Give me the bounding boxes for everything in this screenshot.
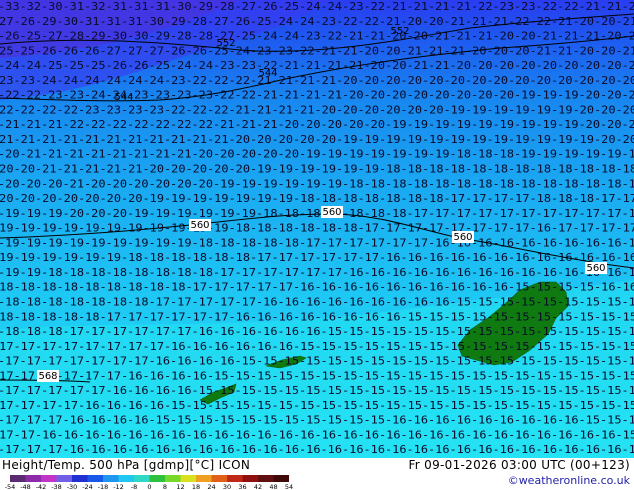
colorbar-tick: 18 xyxy=(192,483,200,490)
temperature-row: -20-20-21-21-21-21-21-20-20-20-20-20-19-… xyxy=(0,164,634,176)
colorbar: -54 -48 -42 -38 -30 -24 -18 -12 -8 0 8 12 18 24 30 36 42… xyxy=(5,475,293,490)
temperature-labels: -33-32-30-31-32-31-31-31-30-29-28-27-26-… xyxy=(0,1,634,456)
svg-text:560: 560 xyxy=(190,220,209,231)
temperature-row: -19-19-18-18-18-18-18-18-18-18-17-17-17-… xyxy=(0,267,634,279)
colorbar-tick: -42 xyxy=(36,483,47,490)
colorbar-tick: 48 xyxy=(269,483,277,490)
contour-label: 568 xyxy=(37,370,59,382)
footer: Height/Temp. 500 hPa [gdmp][°C] ICON Fr … xyxy=(0,458,634,490)
colorbar-tick: -24 xyxy=(82,483,93,490)
temperature-row: -18-18-18-18-18-18-18-17-17-17-17-17-16-… xyxy=(0,296,634,308)
colorbar-swatch xyxy=(25,475,41,482)
colorbar-tick: -8 xyxy=(131,483,137,490)
svg-text:552: 552 xyxy=(390,26,409,37)
colorbar-tick: 30 xyxy=(223,483,231,490)
svg-text:544: 544 xyxy=(114,92,133,103)
svg-text:552: 552 xyxy=(216,38,235,49)
temperature-row: -24-24-25-25-25-26-26-25-24-24-23-23-22-… xyxy=(0,60,634,72)
colorbar-swatch xyxy=(149,475,165,482)
temperature-row: -22-22-23-23-24-24-23-23-23-23-22-22-21-… xyxy=(0,90,634,102)
temperature-row: -21-21-21-22-22-22-22-22-22-22-21-21-21-… xyxy=(0,119,634,131)
colorbar-swatch xyxy=(196,475,212,482)
temperature-row: -17-17-17-16-16-16-16-15-15-15-15-15-15-… xyxy=(0,415,634,427)
colorbar-tick: 0 xyxy=(147,483,151,490)
contour-label: 560 xyxy=(189,219,211,231)
valid-time: Fr 09-01-2026 03:00 UTC (00+123) xyxy=(408,458,630,472)
temperature-row: -33-32-30-31-32-31-31-31-30-29-28-27-26-… xyxy=(0,1,634,13)
temperature-row: -21-21-21-21-21-21-21-21-21-21-21-20-20-… xyxy=(0,134,634,146)
temperature-row: -23-23-24-24-24-24-24-24-23-22-22-22-21-… xyxy=(0,75,634,87)
colorbar-tick: -18 xyxy=(98,483,109,490)
colorbar-swatch xyxy=(72,475,88,482)
contour-label: 544 xyxy=(258,68,277,79)
svg-text:568: 568 xyxy=(38,371,57,382)
temperature-row: -18-18-18-18-18-18-18-18-18-17-17-17-17-… xyxy=(0,282,634,294)
colorbar-swatch xyxy=(87,475,103,482)
svg-text:560: 560 xyxy=(322,207,341,218)
temperature-row: -17-17-17-17-17-17-17-17-16-16-16-16-16-… xyxy=(0,341,634,353)
temperature-row: -18-18-18-18-18-17-17-17-17-17-17-16-16-… xyxy=(0,311,634,323)
contour-label: 544 xyxy=(114,92,133,103)
colorbar-swatch xyxy=(258,475,274,482)
temperature-row: -17-17-16-16-16-16-16-16-16-16-16-16-16-… xyxy=(0,429,634,441)
temperature-row: -17-17-17-17-17-17-16-16-16-16-15-15-15-… xyxy=(0,370,634,382)
colorbar-tick: -48 xyxy=(20,483,31,490)
colorbar-swatch xyxy=(118,475,134,482)
contour-label: 552 xyxy=(216,38,235,49)
temperature-row: -17-17-17-17-16-16-16-16-15-15-15-15-15-… xyxy=(0,400,634,412)
contour-label: 560 xyxy=(452,231,474,243)
temperature-row: -17-17-17-17-17-17-17-16-16-16-16-15-15-… xyxy=(0,356,634,368)
colorbar-swatch xyxy=(134,475,150,482)
colorbar-swatch xyxy=(273,475,289,482)
colorbar-tick: -54 xyxy=(5,483,16,490)
contour-label: 560 xyxy=(321,206,343,218)
colorbar-tick: 12 xyxy=(176,483,184,490)
temperature-row: -20-20-20-21-20-20-20-20-20-20-19-19-19-… xyxy=(0,178,634,190)
temperature-row: -19-19-19-19-19-19-18-18-18-18-18-18-17-… xyxy=(0,252,634,264)
colorbar-tick: -30 xyxy=(67,483,78,490)
colorbar-tick: -38 xyxy=(51,483,62,490)
colorbar-tick: 54 xyxy=(285,483,293,490)
colorbar-swatch xyxy=(10,475,26,482)
temperature-row: -20-21-21-21-21-21-21-21-21-20-20-20-20-… xyxy=(0,149,634,161)
colorbar-swatch xyxy=(242,475,258,482)
colorbar-tick: 42 xyxy=(254,483,262,490)
colorbar-tick: 36 xyxy=(238,483,246,490)
temperature-row: -19-19-19-19-19-19-19-19-19-18-18-18-18-… xyxy=(0,237,634,249)
temperature-row: -20-20-20-20-20-20-20-19-19-19-19-19-19-… xyxy=(0,193,634,205)
map-title: Height/Temp. 500 hPa [gdmp][°C] ICON xyxy=(2,458,251,472)
colorbar-swatch xyxy=(41,475,57,482)
colorbar-swatch xyxy=(211,475,227,482)
colorbar-swatch xyxy=(103,475,119,482)
temperature-row: -22-22-22-22-23-23-23-23-22-22-22-21-21-… xyxy=(0,104,634,116)
colorbar-swatch xyxy=(180,475,196,482)
colorbar-swatch xyxy=(227,475,243,482)
colorbar-swatch xyxy=(165,475,181,482)
svg-text:560: 560 xyxy=(453,232,472,243)
credit-text: ©weatheronline.co.uk xyxy=(507,474,630,487)
weather-map: -33-32-30-31-32-31-31-31-30-29-28-27-26-… xyxy=(0,0,634,458)
svg-text:544: 544 xyxy=(258,68,277,79)
temperature-row: -25-25-26-26-26-27-27-27-26-26-25-24-23-… xyxy=(0,45,634,57)
svg-text:560: 560 xyxy=(586,263,605,274)
temperature-row: -17-17-17-16-16-16-16-16-16-16-16-16-16-… xyxy=(0,444,634,456)
temperature-row: -17-17-17-17-17-16-16-16-16-15-15-15-15-… xyxy=(0,385,634,397)
colorbar-tick: 24 xyxy=(207,483,215,490)
colorbar-tick: -12 xyxy=(113,483,124,490)
contour-label: 560 xyxy=(585,262,607,274)
temperature-row: -18-18-18-17-17-17-17-17-17-16-16-16-16-… xyxy=(0,326,634,338)
colorbar-tick: 8 xyxy=(163,483,167,490)
colorbar-swatch xyxy=(56,475,72,482)
contour-label: 552 xyxy=(390,26,409,37)
